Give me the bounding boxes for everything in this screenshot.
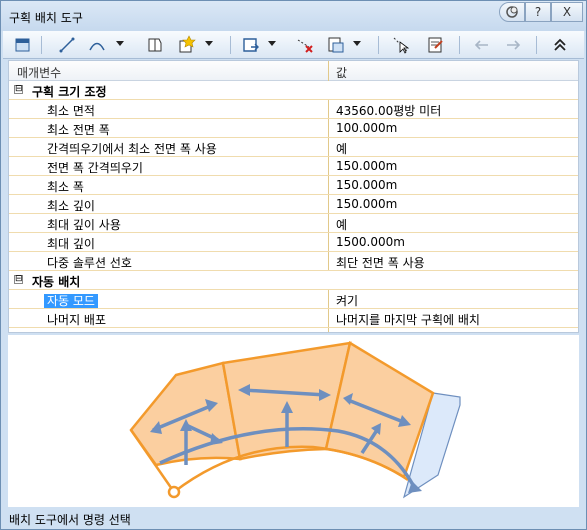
add-parcel-button[interactable]: [176, 35, 196, 55]
restore-button[interactable]: [499, 2, 525, 22]
table-row[interactable]: 전면 폭 간격띄우기 150.000m: [9, 157, 578, 176]
parcel-diagram: [129, 341, 461, 499]
delete-vertex-button[interactable]: [295, 35, 315, 55]
properties-icon: [428, 37, 443, 53]
delete-vertex-icon: [297, 39, 313, 53]
collapse-group-icon[interactable]: ⊟: [14, 85, 23, 94]
forward-icon: [507, 40, 521, 50]
insert-icon: [243, 38, 259, 52]
group-row-parcel-sizing[interactable]: ⊟ 구획 크기 조정: [9, 81, 578, 100]
param-name: 최대 깊이: [47, 237, 95, 251]
parameter-grid: 매개변수 값 ⊟ 구획 크기 조정 최소 면적 43560.00평방 미터 최소 …: [8, 60, 579, 333]
boundary-button[interactable]: [145, 35, 165, 55]
param-name: 최소 전면 폭: [47, 123, 110, 137]
table-row[interactable]: 최대 깊이 1500.000m: [9, 233, 578, 252]
param-name: 최소 폭: [47, 180, 84, 194]
title-bar[interactable]: 구획 배치 도구 ? X: [1, 1, 586, 31]
line-button[interactable]: [57, 35, 77, 55]
window-title: 구획 배치 도구: [9, 11, 83, 25]
status-text: 배치 도구에서 명령 선택: [9, 513, 131, 527]
pick-point-icon: [393, 37, 410, 54]
param-value[interactable]: 나머지를 마지막 구획에 배치: [336, 311, 480, 328]
group-label: 자동 배치: [32, 275, 81, 289]
add-parcel-icon: [179, 35, 196, 53]
arc-icon: [89, 42, 105, 51]
insert-dropdown-arrow[interactable]: [268, 41, 276, 46]
param-value[interactable]: 43560.00평방 미터: [336, 102, 441, 119]
param-name: 최소 깊이: [47, 199, 95, 213]
param-name: 간격띄우기에서 최소 전면 폭 사용: [47, 142, 217, 156]
param-column-header[interactable]: 매개변수: [17, 64, 61, 81]
table-row[interactable]: 간격띄우기에서 최소 전면 폭 사용 예: [9, 138, 578, 157]
start-point: [167, 485, 181, 499]
pick-point-button[interactable]: [391, 35, 411, 55]
slide-dropdown-arrow[interactable]: [353, 41, 361, 46]
param-value[interactable]: 예: [336, 140, 347, 157]
table-row[interactable]: 최소 면적 43560.00평방 미터: [9, 100, 578, 119]
param-value[interactable]: 100.000m: [336, 121, 397, 135]
slide-icon: [328, 37, 344, 53]
collapse-icon: [554, 38, 566, 51]
help-button[interactable]: ?: [525, 2, 551, 22]
add-parcel-dropdown-arrow[interactable]: [205, 41, 213, 46]
status-bar: 배치 도구에서 명령 선택: [3, 508, 584, 528]
back-button[interactable]: [471, 35, 491, 55]
param-value[interactable]: 예: [336, 216, 347, 233]
parcel-layout-window: 구획 배치 도구 ? X 매개변수 값 ⊟ 구획 크기 조정 최소 면적 435…: [0, 0, 587, 530]
slide-button[interactable]: [325, 35, 345, 55]
table-row[interactable]: 다중 솔루션 선호 최단 전면 폭 사용: [9, 252, 578, 271]
param-value[interactable]: 켜기: [336, 292, 358, 309]
back-icon: [474, 40, 488, 50]
parameter-preview-diagram: [8, 335, 579, 507]
arc-dropdown-arrow[interactable]: [116, 41, 124, 46]
param-value[interactable]: 150.000m: [336, 197, 397, 211]
select-icon: [15, 38, 30, 52]
group-row-auto-layout[interactable]: ⊟ 자동 배치: [9, 271, 578, 290]
table-row[interactable]: 최소 전면 폭 100.000m: [9, 119, 578, 138]
forward-button[interactable]: [504, 35, 524, 55]
toolbar: [3, 31, 584, 59]
param-name: 최대 깊이 사용: [47, 218, 121, 232]
close-button[interactable]: X: [551, 2, 583, 22]
value-column-header[interactable]: 값: [336, 64, 347, 81]
boundary-icon: [148, 38, 162, 52]
table-row[interactable]: 최소 깊이 150.000m: [9, 195, 578, 214]
grid-header: 매개변수 값: [9, 61, 578, 81]
table-row[interactable]: 최대 깊이 사용 예: [9, 214, 578, 233]
table-row[interactable]: 최소 폭 150.000m: [9, 176, 578, 195]
properties-button[interactable]: [425, 35, 445, 55]
line-icon: [59, 37, 75, 53]
param-value[interactable]: 최단 전면 폭 사용: [336, 254, 425, 271]
collapse-button[interactable]: [550, 35, 570, 55]
param-value[interactable]: 150.000m: [336, 159, 397, 173]
select-button[interactable]: [13, 35, 33, 55]
param-name: 나머지 배포: [47, 313, 107, 327]
group-label: 구획 크기 조정: [32, 85, 107, 99]
arc-button[interactable]: [87, 35, 107, 55]
param-name: 자동 모드: [44, 292, 98, 309]
param-name: 다중 솔루션 선호: [47, 256, 132, 270]
param-value[interactable]: 1500.000m: [336, 235, 405, 249]
insert-button[interactable]: [241, 35, 261, 55]
param-name: 전면 폭 간격띄우기: [47, 161, 143, 175]
table-row-selected[interactable]: 자동 모드 켜기: [9, 290, 578, 309]
restore-icon: [506, 6, 518, 18]
collapse-group-icon[interactable]: ⊟: [14, 275, 23, 284]
param-value[interactable]: 150.000m: [336, 178, 397, 192]
param-name: 최소 면적: [47, 104, 95, 118]
table-row[interactable]: 나머지 배포 나머지를 마지막 구획에 배치: [9, 309, 578, 328]
